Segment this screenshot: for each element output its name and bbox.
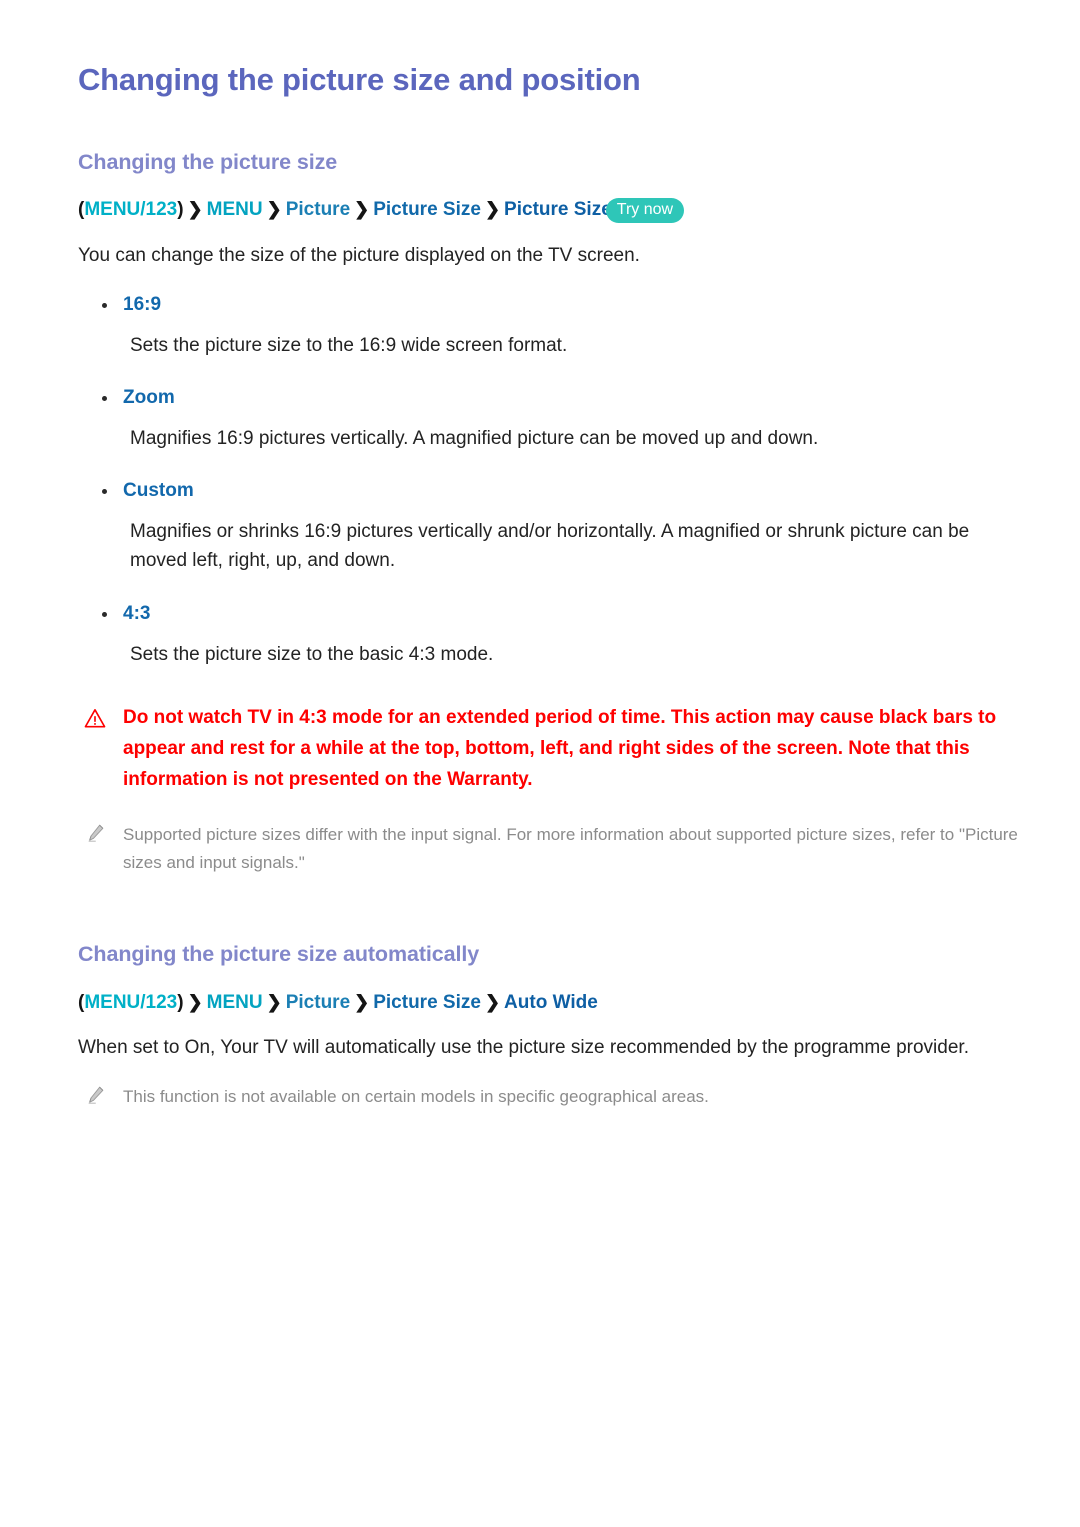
chevron-right-icon: ❯: [187, 991, 203, 1012]
breadcrumb-item-auto-wide[interactable]: Auto Wide: [504, 992, 598, 1013]
breadcrumb-item-menu[interactable]: MENU: [207, 992, 263, 1013]
section-intro-picture-size: You can change the size of the picture d…: [78, 245, 640, 267]
bullet-term-16-9: 16:9: [78, 291, 1020, 320]
list-item: Custom Magnifies or shrinks 16:9 picture…: [78, 477, 1020, 576]
chevron-right-icon: ❯: [266, 199, 282, 220]
bullet-desc-4-3: Sets the picture size to the basic 4:3 m…: [130, 643, 494, 665]
try-now-badge[interactable]: Try now: [605, 198, 685, 224]
bullet-term-zoom: Zoom: [78, 384, 1020, 413]
document-page: Changing the picture size and position C…: [0, 0, 1080, 1527]
caution-text: Do not watch TV in 4:3 mode for an exten…: [123, 707, 997, 790]
list-item: 16:9 Sets the picture size to the 16:9 w…: [78, 291, 1020, 360]
chevron-right-icon: ❯: [484, 991, 501, 1012]
caution-block: Do not watch TV in 4:3 mode for an exten…: [78, 703, 1020, 795]
pencil-icon: [88, 1086, 104, 1104]
bullet-desc-custom: Magnifies or shrinks 16:9 pictures verti…: [130, 520, 970, 572]
section-heading-picture-size: Changing the picture size: [78, 149, 338, 174]
breadcrumb-item-menu[interactable]: MENU: [207, 199, 263, 220]
bullet-desc-16-9: Sets the picture size to the 16:9 wide s…: [130, 334, 568, 356]
chevron-right-icon: ❯: [354, 199, 370, 220]
breadcrumb-item-picture[interactable]: Picture: [286, 992, 350, 1013]
list-item: Zoom Magnifies 16:9 pictures vertically.…: [78, 384, 1020, 453]
bullet-dot-icon: [102, 612, 107, 618]
pencil-icon: [88, 825, 104, 843]
bullet-term-label: 4:3: [123, 603, 151, 625]
section-intro-auto-wide: When set to On, Your TV will automatical…: [78, 1037, 969, 1059]
bullet-desc-zoom: Magnifies 16:9 pictures vertically. A ma…: [130, 427, 819, 449]
chevron-right-icon: ❯: [484, 199, 501, 220]
breadcrumb-item-picture[interactable]: Picture: [286, 199, 350, 220]
note-block-availability: This function is not available on certai…: [78, 1083, 1020, 1110]
breadcrumb-item-picture-size[interactable]: Picture Size: [373, 992, 481, 1013]
bullet-term-4-3: 4:3: [78, 600, 1020, 629]
chevron-right-icon: ❯: [354, 991, 370, 1012]
section-heading-auto-wide: Changing the picture size automatically: [78, 941, 480, 966]
breadcrumb-item-menu123[interactable]: MENU/123: [84, 992, 177, 1013]
chevron-right-icon: ❯: [266, 991, 282, 1012]
breadcrumb-close-paren: ): [177, 199, 184, 221]
breadcrumb-picture-size: (MENU/123) ❯ MENU ❯ Picture ❯ Picture Size ❯ Pic…: [78, 197, 1020, 224]
breadcrumb-item-picture-size[interactable]: Picture Size: [373, 199, 481, 220]
breadcrumb-close-paren: ): [177, 991, 184, 1013]
bullet-term-label: 16:9: [123, 294, 162, 316]
page-title: Changing the picture size and position: [78, 62, 641, 97]
bullet-term-label: Custom: [123, 480, 194, 502]
bullet-dot-icon: [102, 303, 107, 309]
bullet-term-custom: Custom: [78, 477, 1020, 506]
note-block-supported-sizes: Supported picture sizes differ with the …: [78, 821, 1020, 875]
note-text: Supported picture sizes differ with the …: [123, 825, 1018, 872]
warning-triangle-icon: [84, 709, 106, 728]
picture-size-option-list: 16:9 Sets the picture size to the 16:9 w…: [78, 291, 1020, 669]
breadcrumb-item-menu123[interactable]: MENU/123: [84, 199, 177, 220]
bullet-term-label: Zoom: [123, 387, 175, 409]
breadcrumb-item-picture-size-2[interactable]: Picture Size: [504, 199, 612, 220]
list-item: 4:3 Sets the picture size to the basic 4…: [78, 600, 1020, 669]
chevron-right-icon: ❯: [187, 199, 203, 220]
bullet-dot-icon: [102, 396, 107, 402]
breadcrumb-auto-wide: (MENU/123) ❯ MENU ❯ Picture ❯ Picture Size ❯ Aut…: [78, 990, 1020, 1016]
note-text: This function is not available on certai…: [123, 1086, 709, 1106]
bullet-dot-icon: [102, 489, 107, 495]
